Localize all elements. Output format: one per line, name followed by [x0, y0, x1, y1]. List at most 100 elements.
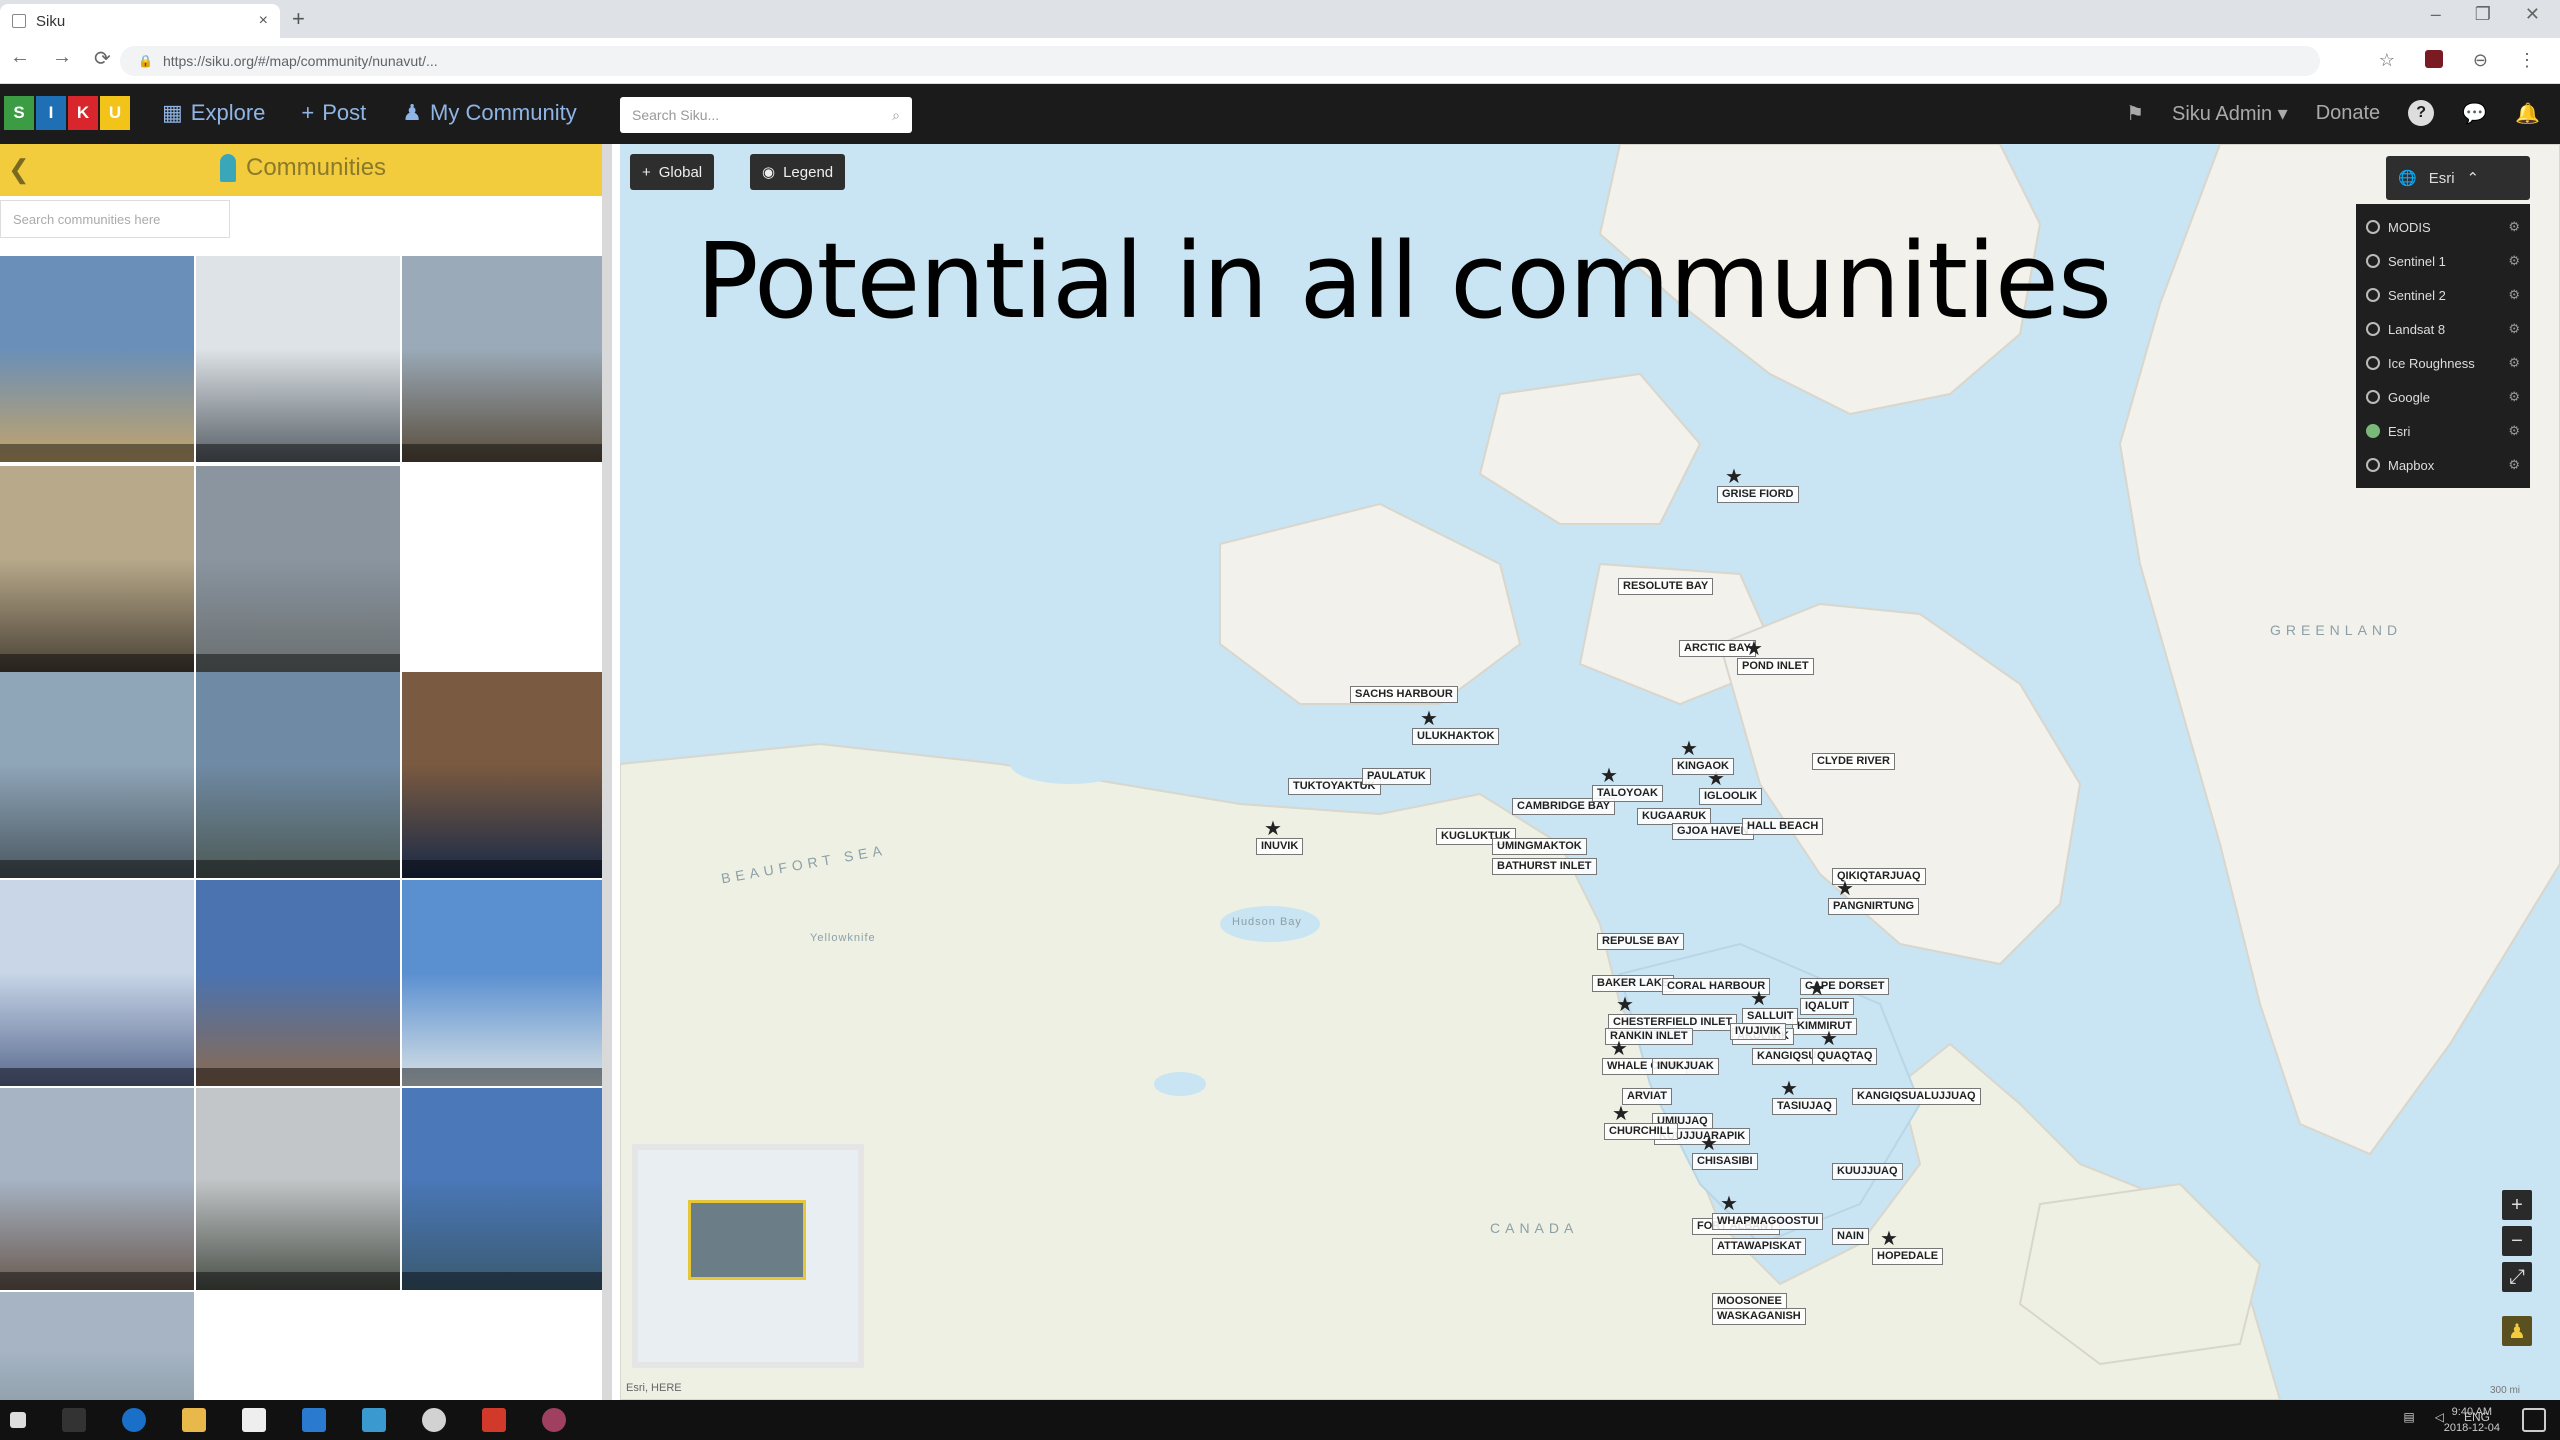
gear-icon[interactable]: ⚙	[2508, 355, 2520, 371]
nav-post[interactable]: + Post	[301, 100, 366, 126]
community-label[interactable]: UMINGMAKTOK	[1492, 838, 1587, 855]
community-label[interactable]: IGLOOLIK	[1699, 788, 1763, 805]
zoom-in-button[interactable]: +	[2502, 1190, 2532, 1220]
basemap-toggle-button[interactable]: 🌐 Esri ⌃	[2386, 156, 2530, 200]
layer-option[interactable]: Sentinel 1 ⚙	[2362, 244, 2524, 278]
community-tile[interactable]	[0, 880, 194, 1086]
menu-icon[interactable]: ⋮	[2518, 50, 2536, 71]
network-icon[interactable]: ▤	[2403, 1410, 2414, 1424]
close-tab-icon[interactable]: ×	[259, 12, 268, 30]
community-tile[interactable]	[0, 466, 194, 672]
layer-option[interactable]: Sentinel 2 ⚙	[2362, 278, 2524, 312]
community-tile[interactable]	[0, 1292, 194, 1400]
community-label[interactable]: QUAQTAQ	[1812, 1048, 1878, 1065]
community-label[interactable]: HALL BEACH	[1742, 818, 1824, 835]
community-label[interactable]: SACHS HARBOUR	[1350, 686, 1458, 703]
community-label[interactable]: NAIN	[1832, 1228, 1869, 1245]
siku-logo[interactable]: S I K U	[4, 96, 130, 130]
browser-tab[interactable]: Siku ×	[0, 4, 280, 38]
minimap-viewport[interactable]	[688, 1200, 806, 1280]
chat-icon[interactable]: 💬	[2462, 101, 2487, 126]
search-icon[interactable]: ⌕	[892, 107, 900, 124]
community-label[interactable]: PAULATUK	[1362, 768, 1431, 785]
back-icon[interactable]: ←	[10, 46, 30, 71]
url-field[interactable]: 🔒 https://siku.org/#/map/community/nunav…	[120, 46, 2320, 76]
star-icon[interactable]: ☆	[2379, 50, 2395, 71]
community-tile[interactable]	[196, 1088, 400, 1290]
clock[interactable]: 9:40 AM 2018-12-04	[2444, 1404, 2500, 1436]
volume-icon[interactable]: ◁	[2435, 1410, 2444, 1424]
profile-icon[interactable]: ⊖	[2473, 50, 2488, 71]
gear-icon[interactable]: ⚙	[2508, 457, 2520, 473]
community-tile[interactable]	[402, 880, 602, 1086]
overview-minimap[interactable]	[632, 1144, 864, 1368]
layer-option[interactable]: MODIS ⚙	[2362, 210, 2524, 244]
community-label[interactable]: WASKAGANISH	[1712, 1308, 1806, 1325]
layer-option[interactable]: Mapbox ⚙	[2362, 448, 2524, 482]
community-label[interactable]: PANGNIRTUNG	[1828, 898, 1920, 915]
forward-icon[interactable]: →	[52, 46, 72, 71]
community-label[interactable]: TALOYOAK	[1592, 785, 1663, 802]
community-tile[interactable]	[0, 672, 194, 878]
community-label[interactable]: ATTAWAPISKAT	[1712, 1238, 1807, 1255]
community-tile[interactable]	[196, 466, 400, 672]
layer-option[interactable]: Esri ⚙	[2362, 414, 2524, 448]
layer-option[interactable]: Google ⚙	[2362, 380, 2524, 414]
community-label[interactable]: INUVIK	[1256, 838, 1304, 855]
app-icon[interactable]	[362, 1408, 386, 1432]
back-button[interactable]: ❮	[8, 154, 30, 185]
community-tile[interactable]	[0, 1088, 194, 1290]
community-label[interactable]: CLYDE RIVER	[1812, 753, 1895, 770]
community-label[interactable]: IVUJIVIK	[1730, 1023, 1786, 1040]
global-filter-button[interactable]: + Global	[630, 154, 715, 190]
nav-my-community[interactable]: ♟ My Community	[402, 100, 576, 126]
gear-icon[interactable]: ⚙	[2508, 219, 2520, 235]
community-label[interactable]: WHAPMAGOOSTUI	[1712, 1213, 1824, 1230]
community-label[interactable]: KINGAOK	[1672, 758, 1734, 775]
community-label[interactable]: INUKJUAK	[1652, 1058, 1719, 1075]
app-search-input[interactable]: Search Siku... ⌕	[620, 97, 912, 133]
map-view[interactable]: + Global ◉ Legend Potential in all communi…	[620, 144, 2560, 1400]
community-label[interactable]: TASIUJAQ	[1772, 1098, 1837, 1115]
gear-icon[interactable]: ⚙	[2508, 389, 2520, 405]
community-tile[interactable]	[196, 880, 400, 1086]
extension-icon[interactable]	[2424, 50, 2443, 68]
community-tile[interactable]	[402, 672, 602, 878]
community-tile[interactable]	[402, 466, 602, 672]
close-window-button[interactable]: ✕	[2525, 4, 2540, 25]
notification-icon[interactable]	[2522, 1408, 2546, 1432]
folder-icon[interactable]	[182, 1408, 206, 1432]
gear-icon[interactable]: ⚙	[2508, 253, 2520, 269]
community-label[interactable]: POND INLET	[1737, 658, 1814, 675]
community-label[interactable]: GRISE FIORD	[1717, 486, 1799, 503]
layer-option[interactable]: Ice Roughness ⚙	[2362, 346, 2524, 380]
gear-icon[interactable]: ⚙	[2508, 423, 2520, 439]
app-icon[interactable]	[542, 1408, 566, 1432]
community-label[interactable]: BATHURST INLET	[1492, 858, 1597, 875]
community-search-input[interactable]: Search communities here	[0, 200, 230, 238]
layer-option[interactable]: Landsat 8 ⚙	[2362, 312, 2524, 346]
community-tile[interactable]	[196, 256, 400, 462]
community-label[interactable]: RESOLUTE BAY	[1618, 578, 1714, 595]
new-tab-button[interactable]: +	[292, 6, 305, 32]
help-icon[interactable]: ?	[2408, 100, 2435, 126]
community-tile[interactable]	[402, 256, 602, 462]
gear-icon[interactable]: ⚙	[2508, 321, 2520, 337]
powerpoint-icon[interactable]	[482, 1408, 506, 1432]
bell-icon[interactable]: 🔔	[2515, 101, 2540, 126]
community-label[interactable]: HOPEDALE	[1872, 1248, 1944, 1265]
search-icon[interactable]	[62, 1408, 86, 1432]
zoom-out-button[interactable]: −	[2502, 1226, 2532, 1256]
community-label[interactable]: CHURCHILL	[1604, 1123, 1679, 1140]
community-label[interactable]: IQALUIT	[1800, 998, 1854, 1015]
legend-button[interactable]: ◉ Legend	[750, 154, 846, 190]
fullscreen-button[interactable]: ⤢	[2502, 1262, 2532, 1292]
chrome-icon[interactable]	[422, 1408, 446, 1432]
gear-icon[interactable]: ⚙	[2508, 287, 2520, 303]
community-label[interactable]: KANGIQSUALUJJUAQ	[1852, 1088, 1981, 1105]
community-tile[interactable]	[0, 256, 194, 462]
pegman-button[interactable]: ♟	[2502, 1316, 2532, 1346]
community-tile[interactable]	[402, 1088, 602, 1290]
community-tile[interactable]	[196, 672, 400, 878]
community-label[interactable]: KUUJJUAQ	[1832, 1163, 1903, 1180]
